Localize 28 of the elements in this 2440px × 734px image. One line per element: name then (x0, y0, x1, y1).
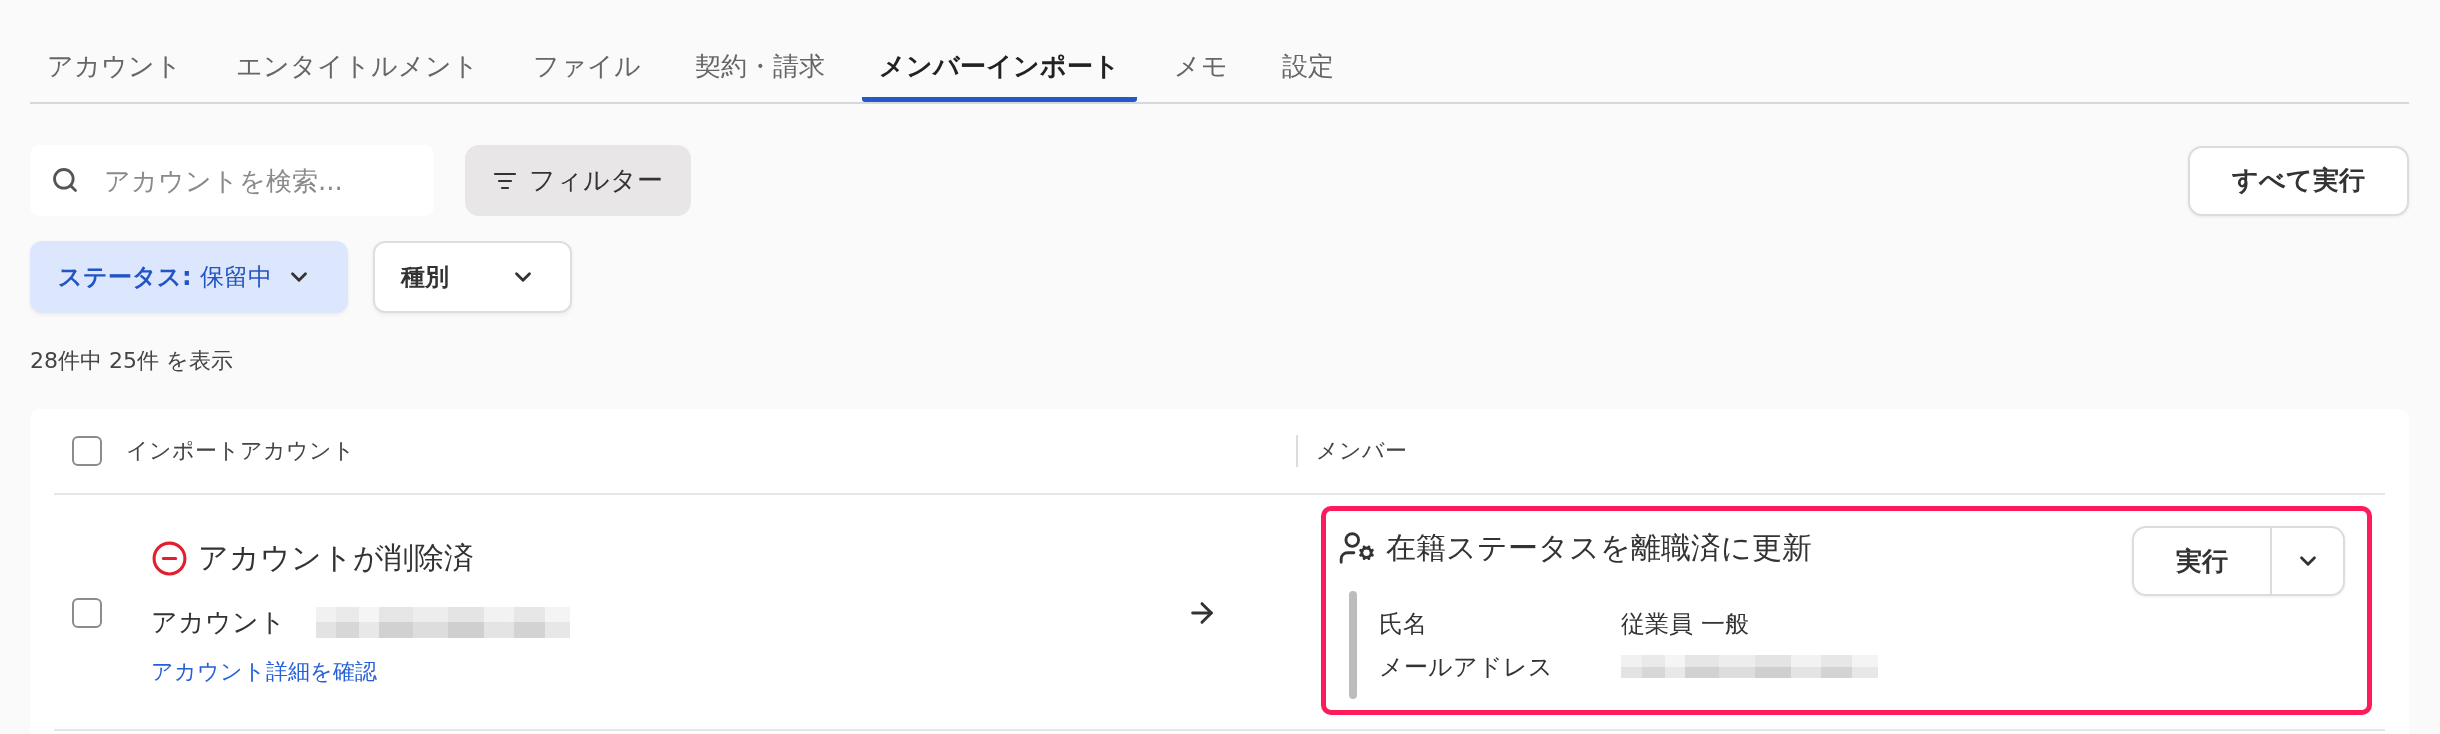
column-header: インポートアカウント (126, 437, 355, 465)
status-text: アカウントが削除済 (198, 539, 474, 577)
run-button[interactable]: 実行 (2132, 526, 2272, 596)
column-header: メンバー (1316, 437, 1407, 465)
action-title: 在籍ステータスを離職済に更新 (1386, 528, 1812, 567)
filter-dropdown[interactable]: 種別 (372, 241, 572, 313)
field-label: アカウント (151, 606, 286, 639)
search-field[interactable]: アカウントを検索... (30, 145, 434, 216)
result-count: 28件中 25件 を表示 (30, 348, 234, 374)
tab[interactable]: 設定 (1265, 30, 1351, 102)
tab[interactable]: 契約・請求 (678, 30, 842, 102)
tab[interactable]: エンタイトルメント (219, 30, 496, 102)
filter-button[interactable]: フィルター (465, 145, 691, 216)
tab[interactable]: アカウント (30, 30, 199, 102)
minus-circle-icon (151, 540, 188, 577)
search-icon (51, 166, 79, 194)
field-label: 氏名 (1379, 608, 1428, 640)
field-value: 従業員 一般 (1621, 608, 1750, 640)
tab[interactable]: メモ (1157, 30, 1245, 102)
detail-link[interactable]: アカウント詳細を確認 (151, 656, 377, 687)
run-all-button[interactable]: すべて実行 (2188, 145, 2409, 216)
checkbox[interactable] (72, 436, 102, 466)
tab[interactable]: メンバーインポート (862, 30, 1137, 102)
checkbox[interactable] (72, 597, 102, 628)
tab[interactable]: ファイル (516, 30, 658, 102)
filter-dropdown[interactable]: ステータス: 保留中 (30, 241, 348, 313)
user-gear-icon (1338, 529, 1376, 567)
field-label: メールアドレス (1379, 651, 1554, 683)
